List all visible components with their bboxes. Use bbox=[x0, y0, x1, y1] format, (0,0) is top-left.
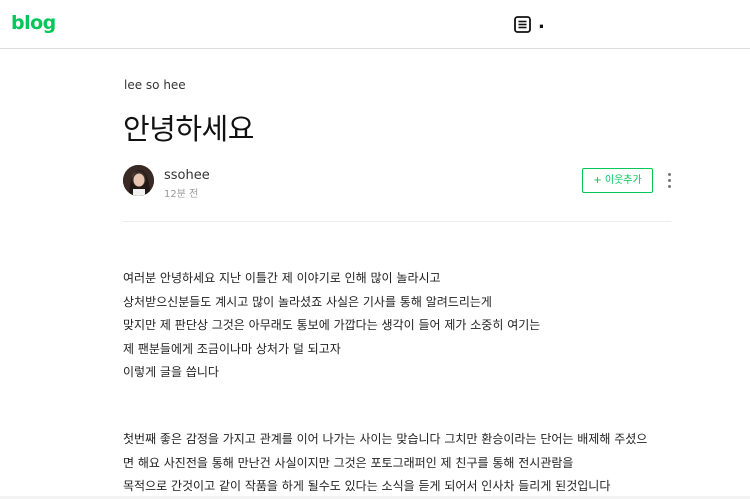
divider bbox=[123, 221, 671, 222]
text-line: 제 팬분들에게 조금이나마 상처가 덜 되고자 bbox=[123, 341, 341, 356]
more-vertical-icon[interactable] bbox=[664, 173, 674, 191]
text-line: 여러분 안녕하세요 지난 이틀간 제 이야기로 인해 많이 놀라시고 bbox=[123, 271, 441, 285]
text-line: 첫번째 좋은 감정을 가지고 관계를 이어 나가는 사이는 맞습니다 그치만 환… bbox=[123, 432, 648, 446]
text-line: 목적으로 간것이고 같이 작품을 하게 될수도 있다는 소식을 듣게 되어서 인… bbox=[123, 479, 611, 493]
text-line: 면 해요 사진전을 통해 만난건 사실이지만 그것은 포토그래퍼인 제 친구를 … bbox=[123, 455, 574, 470]
avatar[interactable] bbox=[123, 165, 154, 196]
top-navigation-bar: blog . bbox=[0, 0, 750, 49]
header-dot: . bbox=[538, 12, 545, 33]
post-paragraph-1: 여러분 안녕하세요 지난 이틀간 제 이야기로 인해 많이 놀라시고 상처받으신… bbox=[123, 267, 683, 385]
text-line: 상처받으신분들도 계시고 많이 놀라셨죠 사실은 기사를 통해 알려드리는게 bbox=[123, 294, 492, 309]
post-paragraph-2: 첫번째 좋은 감정을 가지고 관계를 이어 나가는 사이는 맞습니다 그치만 환… bbox=[123, 428, 683, 499]
post-time: 12분 전 bbox=[164, 189, 199, 200]
blog-logo[interactable]: blog bbox=[11, 12, 56, 34]
list-icon[interactable] bbox=[514, 16, 531, 33]
text-line: 이렇게 글을 씁니다 bbox=[123, 365, 219, 379]
post-title: 안녕하세요 bbox=[123, 112, 254, 146]
author-name[interactable]: ssohee bbox=[164, 168, 210, 183]
post-category[interactable]: lee so hee bbox=[124, 78, 186, 92]
text-line: 맞지만 제 판단상 그것은 아무래도 통보에 가깝다는 생각이 들어 제가 소중… bbox=[123, 318, 541, 332]
add-neighbor-button[interactable]: + 이웃추가 bbox=[582, 168, 653, 193]
